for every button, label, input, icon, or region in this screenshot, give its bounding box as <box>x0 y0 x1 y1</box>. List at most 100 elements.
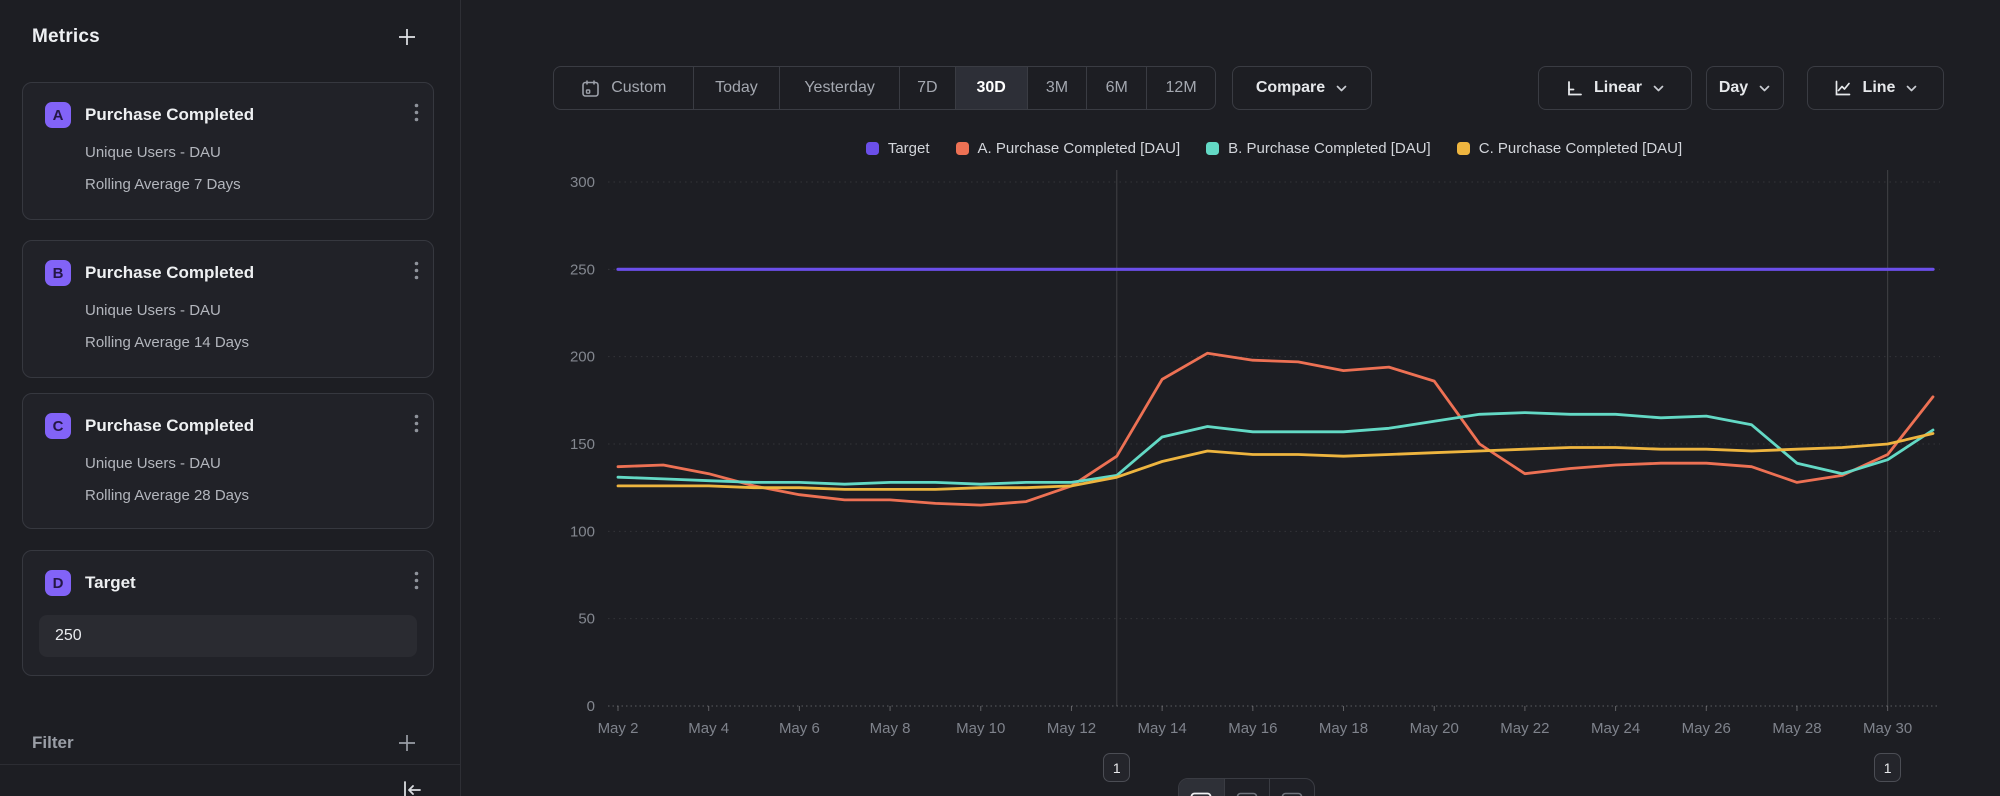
y-tick-label: 250 <box>570 261 595 278</box>
range-label: Yesterday <box>804 79 875 97</box>
scale-select-button[interactable]: Linear <box>1538 66 1692 110</box>
linear-axis-icon <box>1565 79 1584 98</box>
legend-item-b[interactable]: B. Purchase Completed [DAU] <box>1206 140 1431 157</box>
app: 050100150200250300May 2May 4May 6May 8Ma… <box>0 0 2000 796</box>
target-card[interactable]: D Target <box>22 550 434 676</box>
chart-type-select-button[interactable]: Line <box>1807 66 1944 110</box>
x-tick-label: May 14 <box>1138 720 1187 737</box>
sidebar-divider <box>0 764 460 765</box>
chart-type-label: Line <box>1863 79 1896 97</box>
range-today[interactable]: Today <box>693 67 780 109</box>
chevron-down-icon <box>1905 82 1918 95</box>
collapse-sidebar-button[interactable] <box>398 776 426 796</box>
series-line-b[interactable] <box>618 413 1933 485</box>
target-value-input[interactable] <box>39 615 417 657</box>
y-tick-label: 150 <box>570 436 595 453</box>
target-menu-button[interactable] <box>412 569 421 592</box>
range-label: 7D <box>917 79 937 97</box>
metric-badge-b: B <box>45 260 71 286</box>
legend-label: A. Purchase Completed [DAU] <box>978 140 1181 157</box>
range-6m[interactable]: 6M <box>1086 67 1146 109</box>
compare-label: Compare <box>1256 79 1325 97</box>
plus-icon <box>396 732 418 754</box>
chevron-down-icon <box>1652 82 1665 95</box>
metric-card-c[interactable]: C Purchase Completed Unique Users - DAU … <box>22 393 434 529</box>
add-filter-button[interactable] <box>394 730 420 756</box>
range-7d[interactable]: 7D <box>899 67 955 109</box>
x-tick-label: May 20 <box>1410 720 1459 737</box>
metric-card-header: B Purchase Completed <box>45 260 417 286</box>
split-view-icon <box>1281 792 1303 796</box>
legend-swatch <box>866 142 879 155</box>
x-tick-label: May 6 <box>779 720 820 737</box>
view-switcher <box>1178 778 1315 796</box>
view-table-button[interactable] <box>1224 779 1269 796</box>
metric-card-b[interactable]: B Purchase Completed Unique Users - DAU … <box>22 240 434 378</box>
range-label: 12M <box>1166 79 1197 97</box>
metric-menu-button[interactable] <box>412 412 421 435</box>
annotation-badge[interactable]: 1 <box>1874 753 1901 782</box>
metric-subtitle-transform: Rolling Average 7 Days <box>85 176 417 193</box>
x-tick-label: May 26 <box>1682 720 1731 737</box>
legend-swatch <box>956 142 969 155</box>
granularity-label: Day <box>1719 79 1748 97</box>
table-view-icon <box>1236 792 1258 796</box>
legend-label: C. Purchase Completed [DAU] <box>1479 140 1682 157</box>
range-3m[interactable]: 3M <box>1027 67 1087 109</box>
kebab-icon <box>414 103 419 122</box>
y-tick-label: 50 <box>578 611 595 628</box>
chart-view-icon <box>1190 792 1212 796</box>
granularity-select-button[interactable]: Day <box>1706 66 1784 110</box>
range-12m[interactable]: 12M <box>1146 67 1215 109</box>
legend-label: B. Purchase Completed [DAU] <box>1228 140 1431 157</box>
x-tick-label: May 10 <box>956 720 1005 737</box>
sidebar: Metrics A Purchase Completed Unique User… <box>0 0 460 796</box>
metric-title: Purchase Completed <box>85 105 254 125</box>
range-label: Custom <box>611 79 666 97</box>
series-line-c[interactable] <box>618 434 1933 490</box>
metric-badge-c: C <box>45 413 71 439</box>
metric-badge-d: D <box>45 570 71 596</box>
legend-item-a[interactable]: A. Purchase Completed [DAU] <box>956 140 1181 157</box>
annotation-badge[interactable]: 1 <box>1103 753 1130 782</box>
legend-swatch <box>1457 142 1470 155</box>
x-tick-label: May 30 <box>1863 720 1912 737</box>
y-tick-label: 300 <box>570 174 595 191</box>
legend-item-target[interactable]: Target <box>866 140 930 157</box>
metric-subtitle-transform: Rolling Average 14 Days <box>85 334 417 351</box>
range-label: 6M <box>1106 79 1128 97</box>
metric-subtitle-source: Unique Users - DAU <box>85 302 417 319</box>
kebab-icon <box>414 571 419 590</box>
metric-card-header: A Purchase Completed <box>45 102 417 128</box>
range-custom[interactable]: Custom <box>554 67 693 109</box>
filter-section-header: Filter <box>32 730 420 756</box>
range-yesterday[interactable]: Yesterday <box>779 67 899 109</box>
range-30d[interactable]: 30D <box>955 67 1027 109</box>
collapse-sidebar-icon <box>400 778 424 796</box>
add-metric-button[interactable] <box>394 24 420 50</box>
compare-button[interactable]: Compare <box>1232 66 1372 110</box>
metric-menu-button[interactable] <box>412 101 421 124</box>
target-title: Target <box>85 573 136 593</box>
view-split-button[interactable] <box>1269 779 1314 796</box>
view-chart-button[interactable] <box>1179 779 1224 796</box>
calendar-icon <box>580 78 601 99</box>
date-range-control: Custom Today Yesterday 7D 30D 3M 6M 12M <box>553 66 1216 110</box>
chart-legend: Target A. Purchase Completed [DAU] B. Pu… <box>608 140 1940 157</box>
range-label: 30D <box>976 79 1005 97</box>
x-tick-label: May 8 <box>870 720 911 737</box>
legend-label: Target <box>888 140 930 157</box>
metric-title: Purchase Completed <box>85 263 254 283</box>
kebab-icon <box>414 414 419 433</box>
x-tick-label: May 12 <box>1047 720 1096 737</box>
metric-menu-button[interactable] <box>412 259 421 282</box>
x-tick-label: May 16 <box>1228 720 1277 737</box>
metric-card-header: C Purchase Completed <box>45 413 417 439</box>
legend-item-c[interactable]: C. Purchase Completed [DAU] <box>1457 140 1682 157</box>
chevron-down-icon <box>1335 82 1348 95</box>
panel-divider <box>460 0 461 796</box>
legend-swatch <box>1206 142 1219 155</box>
y-tick-label: 100 <box>570 523 595 540</box>
y-tick-label: 200 <box>570 349 595 366</box>
metric-card-a[interactable]: A Purchase Completed Unique Users - DAU … <box>22 82 434 220</box>
